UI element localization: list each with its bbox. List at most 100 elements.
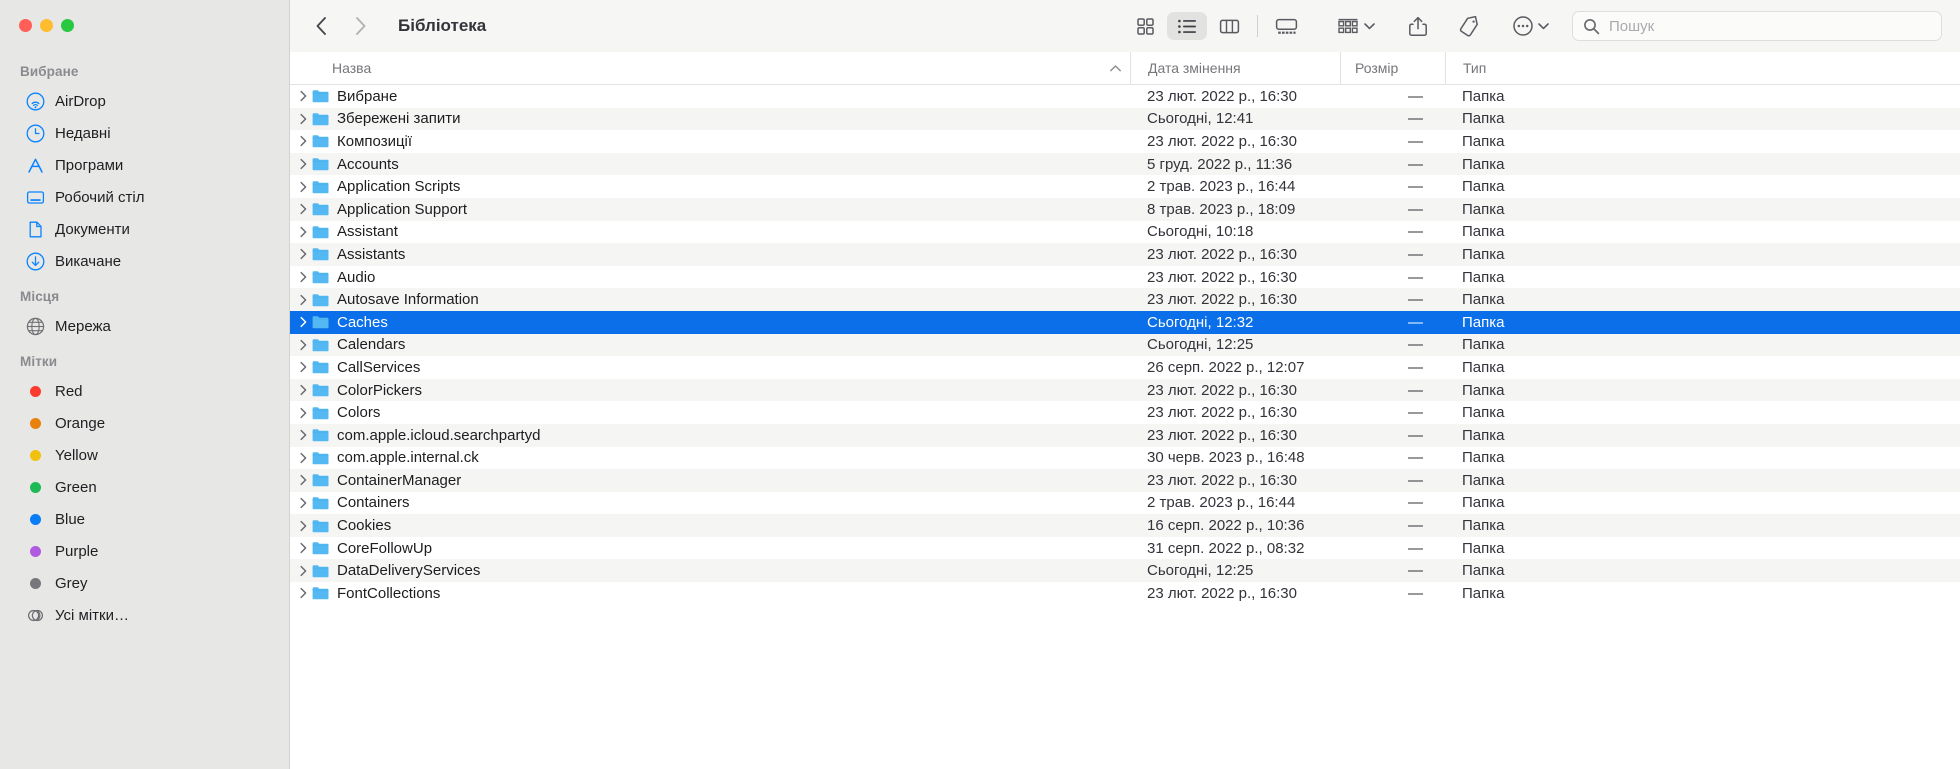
column-view-icon[interactable]: [1209, 12, 1249, 40]
gallery-view-icon[interactable]: [1266, 12, 1306, 40]
disclosure-triangle-icon[interactable]: [295, 203, 312, 215]
sidebar-item-red[interactable]: Red: [8, 375, 279, 407]
column-header-size[interactable]: Розмір: [1340, 52, 1445, 84]
disclosure-triangle-icon[interactable]: [295, 90, 312, 102]
file-name-label: com.apple.internal.ck: [337, 449, 479, 467]
sidebar-item-усі-мітки[interactable]: Усі мітки…: [8, 599, 279, 631]
disclosure-triangle-icon[interactable]: [295, 497, 312, 509]
sidebar-item-недавні[interactable]: Недавні: [8, 117, 279, 149]
disclosure-triangle-icon[interactable]: [295, 520, 312, 532]
disclosure-triangle-icon[interactable]: [295, 587, 312, 599]
disclosure-triangle-icon[interactable]: [295, 542, 312, 554]
disclosure-triangle-icon[interactable]: [295, 248, 312, 260]
cell-type: Папка: [1462, 404, 1505, 422]
table-row[interactable]: Containers 2 трав. 2023 р., 16:44 — Папка: [290, 492, 1960, 515]
disclosure-triangle-icon[interactable]: [295, 452, 312, 464]
table-row[interactable]: Assistants 23 лют. 2022 р., 16:30 — Папка: [290, 243, 1960, 266]
disclosure-triangle-icon[interactable]: [295, 474, 312, 486]
folder-icon: [312, 293, 329, 307]
sidebar-item-викачане[interactable]: Викачане: [8, 245, 279, 277]
tag-button[interactable]: [1450, 12, 1488, 40]
disclosure-triangle-icon[interactable]: [295, 407, 312, 419]
disclosure-triangle-icon[interactable]: [295, 339, 312, 351]
folder-icon: [312, 406, 329, 420]
column-header-date[interactable]: Дата змінення: [1130, 52, 1340, 84]
sidebar-item-label: Red: [55, 382, 83, 400]
table-row[interactable]: CoreFollowUp 31 серп. 2022 р., 08:32 — Папк…: [290, 537, 1960, 560]
sidebar-item-документи[interactable]: Документи: [8, 213, 279, 245]
table-row[interactable]: com.apple.internal.ck 30 черв. 2023 р., 1…: [290, 447, 1960, 470]
disclosure-triangle-icon[interactable]: [295, 158, 312, 170]
list-view-icon[interactable]: [1167, 12, 1207, 40]
cell-name: Application Support: [290, 201, 1100, 218]
disclosure-triangle-icon[interactable]: [295, 361, 312, 373]
all-tags-icon: [26, 606, 45, 625]
table-row[interactable]: Вибране 23 лют. 2022 р., 16:30 — Папка: [290, 85, 1960, 108]
table-row[interactable]: DataDeliveryServices Сьогодні, 12:25 — Папк…: [290, 559, 1960, 583]
table-row[interactable]: Assistant Сьогодні, 10:18 — Папка: [290, 221, 1960, 244]
disclosure-triangle-icon[interactable]: [295, 294, 312, 306]
table-row[interactable]: ColorPickers 23 лют. 2022 р., 16:30 — Папка: [290, 378, 1960, 402]
table-row[interactable]: Accounts 5 груд. 2022 р., 11:36 — Папка: [290, 152, 1960, 176]
sidebar-item-airdrop[interactable]: AirDrop: [8, 85, 279, 117]
table-row[interactable]: com.apple.icloud.searchpartyd 23 лют. 202…: [290, 423, 1960, 447]
table-row[interactable]: CallServices 26 серп. 2022 р., 12:07 — Папк…: [290, 356, 1960, 379]
table-row[interactable]: Caches Сьогодні, 12:32 — Папка: [290, 310, 1960, 334]
search-field[interactable]: Пошук: [1572, 11, 1942, 41]
column-header-name[interactable]: Назва: [290, 52, 1100, 84]
table-row[interactable]: Application Support 8 трав. 2023 р., 18:0…: [290, 197, 1960, 221]
table-row[interactable]: Autosave Information 23 лют. 2022 р., 16:…: [290, 288, 1960, 311]
back-button[interactable]: [310, 13, 332, 39]
table-row[interactable]: Збережені запити Сьогодні, 12:41 — Папка: [290, 107, 1960, 131]
zoom-button[interactable]: [61, 19, 74, 32]
cell-name: Audio: [290, 269, 1100, 286]
cell-date-modified: 2 трав. 2023 р., 16:44: [1147, 494, 1296, 512]
minimize-button[interactable]: [40, 19, 53, 32]
forward-button[interactable]: [350, 13, 372, 39]
table-row[interactable]: FontCollections 23 лют. 2022 р., 16:30 — Па…: [290, 582, 1960, 605]
disclosure-triangle-icon[interactable]: [295, 271, 312, 283]
sidebar-item-yellow[interactable]: Yellow: [8, 439, 279, 471]
disclosure-triangle-icon[interactable]: [295, 384, 312, 396]
table-row[interactable]: Colors 23 лют. 2022 р., 16:30 — Папка: [290, 401, 1960, 424]
folder-icon: [312, 270, 329, 284]
window-title: Бібліотека: [398, 16, 487, 35]
table-row[interactable]: Calendars Сьогодні, 12:25 — Папка: [290, 333, 1960, 357]
disclosure-triangle-icon[interactable]: [295, 429, 312, 441]
group-by-button[interactable]: [1328, 12, 1384, 40]
disclosure-triangle-icon[interactable]: [295, 316, 312, 328]
sidebar-item-робочий-стіл[interactable]: Робочий стіл: [8, 181, 279, 213]
disclosure-triangle-icon[interactable]: [295, 181, 312, 193]
close-button[interactable]: [19, 19, 32, 32]
sidebar-item-grey[interactable]: Grey: [8, 567, 279, 599]
cell-size: —: [1408, 426, 1423, 444]
cell-name: Accounts: [290, 156, 1100, 173]
column-header-type[interactable]: Тип: [1445, 52, 1960, 84]
cell-date-modified: 16 серп. 2022 р., 10:36: [1147, 517, 1305, 535]
cell-size: —: [1408, 110, 1423, 128]
disclosure-triangle-icon[interactable]: [295, 565, 312, 577]
grid-view-icon[interactable]: [1125, 12, 1165, 40]
sidebar-item-мережа[interactable]: Мережа: [8, 310, 279, 342]
sidebar-item-green[interactable]: Green: [8, 471, 279, 503]
share-button[interactable]: [1400, 12, 1436, 40]
more-actions-button[interactable]: [1504, 12, 1558, 40]
disclosure-triangle-icon[interactable]: [295, 226, 312, 238]
sidebar-item-програми[interactable]: Програми: [8, 149, 279, 181]
sidebar-item-blue[interactable]: Blue: [8, 503, 279, 535]
table-row[interactable]: Audio 23 лют. 2022 р., 16:30 — Папка: [290, 266, 1960, 289]
table-row[interactable]: Application Scripts 2 трав. 2023 р., 16:4…: [290, 175, 1960, 198]
table-row[interactable]: Композиції 23 лют. 2022 р., 16:30 — Папка: [290, 130, 1960, 153]
table-row[interactable]: Cookies 16 серп. 2022 р., 10:36 — Папка: [290, 514, 1960, 537]
disclosure-triangle-icon[interactable]: [295, 135, 312, 147]
file-list[interactable]: Вибране 23 лют. 2022 р., 16:30— Папка Збере…: [290, 85, 1960, 769]
table-row[interactable]: ContainerManager 23 лют. 2022 р., 16:30 — П…: [290, 469, 1960, 492]
cell-name: FontCollections: [290, 585, 1100, 602]
folder-icon: [312, 473, 329, 487]
folder-icon: [312, 180, 329, 194]
sidebar-item-purple[interactable]: Purple: [8, 535, 279, 567]
disclosure-triangle-icon[interactable]: [295, 113, 312, 125]
sidebar-item-orange[interactable]: Orange: [8, 407, 279, 439]
view-mode-segmented-control: [1125, 12, 1306, 40]
cell-size: —: [1408, 313, 1423, 331]
